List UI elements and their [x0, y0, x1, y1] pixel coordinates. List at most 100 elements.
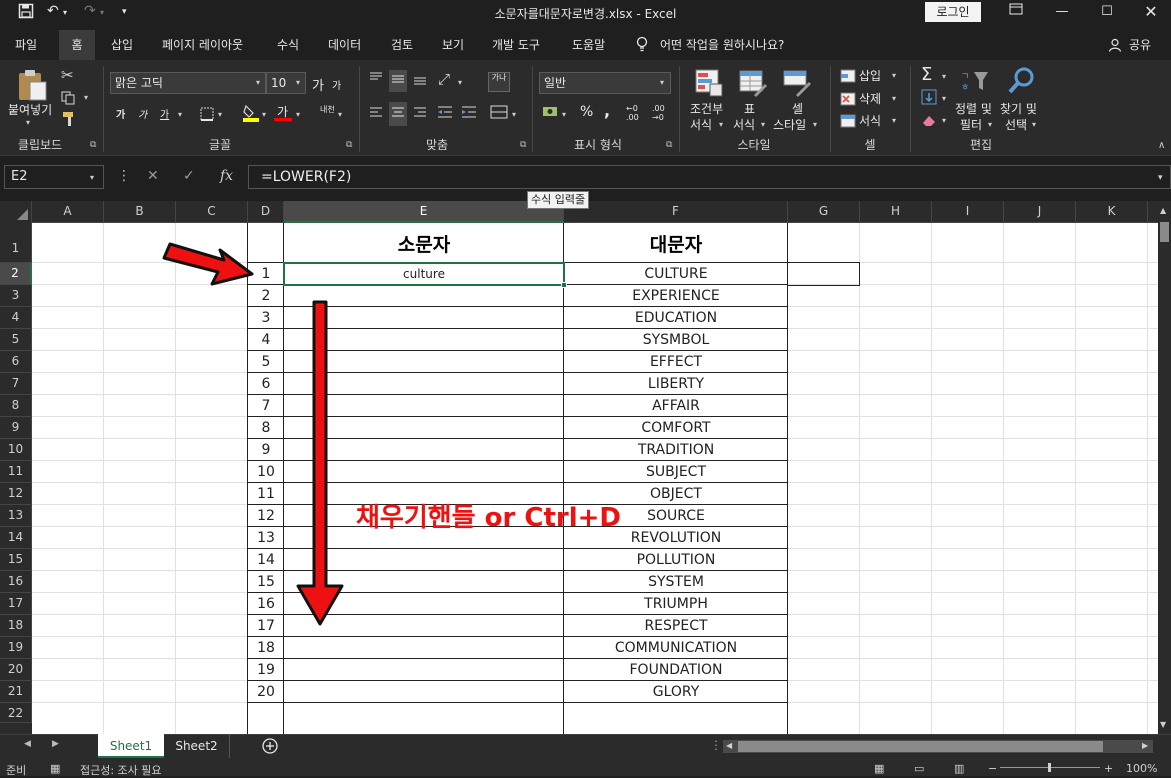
- find-select-icon[interactable]: [1006, 66, 1036, 100]
- uppercase-cell[interactable]: RESPECT: [564, 615, 788, 637]
- tab-page-layout[interactable]: 페이지 레이아웃: [160, 30, 245, 60]
- phonetic-button[interactable]: 내천: [320, 104, 335, 115]
- ribbon-display-icon[interactable]: [996, 0, 1036, 24]
- insert-cells-icon[interactable]: [840, 68, 856, 87]
- format-as-table-icon[interactable]: [738, 68, 768, 102]
- number-cell[interactable]: 18: [248, 637, 284, 659]
- fill-color-dropdown-icon[interactable]: ▾: [262, 110, 266, 119]
- percent-button[interactable]: %: [580, 104, 593, 120]
- align-top-icon[interactable]: [368, 70, 384, 90]
- close-button[interactable]: ✕: [1131, 0, 1171, 24]
- column-header-f[interactable]: F: [564, 201, 788, 223]
- accounting-dropdown-icon[interactable]: ▾: [562, 110, 566, 119]
- tell-me-input[interactable]: 어떤 작업을 원하시나요?: [658, 30, 786, 60]
- font-name-select[interactable]: 맑은 고딕: [110, 72, 266, 94]
- row-header-15[interactable]: 15: [0, 549, 32, 571]
- cell-styles-label2[interactable]: 스타일: [773, 116, 806, 133]
- increase-font-button[interactable]: 가: [312, 75, 324, 94]
- column-header-h[interactable]: H: [860, 201, 932, 223]
- align-center-icon[interactable]: [389, 102, 407, 126]
- tab-insert[interactable]: 삽입: [109, 30, 135, 60]
- header-uppercase[interactable]: 대문자: [564, 230, 788, 257]
- number-cell[interactable]: 16: [248, 593, 284, 615]
- uppercase-cell[interactable]: TRADITION: [564, 439, 788, 461]
- decrease-decimal-icon[interactable]: .00 →0: [652, 104, 665, 122]
- uppercase-cell[interactable]: SUBJECT: [564, 461, 788, 483]
- zoom-out-icon[interactable]: −: [988, 762, 997, 775]
- expand-formula-bar-icon[interactable]: ▾: [1158, 173, 1163, 183]
- tab-developer[interactable]: 개발 도구: [490, 30, 542, 60]
- fill-dropdown-icon[interactable]: ▾: [942, 94, 946, 103]
- normal-view-icon[interactable]: ▦: [874, 762, 884, 775]
- find-select-label2[interactable]: 선택: [1005, 116, 1027, 133]
- row-header-17[interactable]: 17: [0, 593, 32, 615]
- name-box[interactable]: E2: [4, 165, 104, 189]
- name-box-dropdown-icon[interactable]: ▾: [90, 173, 94, 182]
- row-header-2[interactable]: 2: [0, 263, 32, 285]
- row-header-18[interactable]: 18: [0, 615, 32, 637]
- row-header-7[interactable]: 7: [0, 373, 32, 395]
- delete-cells-dropdown-icon[interactable]: ▾: [892, 94, 896, 103]
- uppercase-cell[interactable]: EFFECT: [564, 351, 788, 373]
- tab-view[interactable]: 보기: [440, 30, 466, 60]
- format-as-table-label2[interactable]: 서식: [733, 116, 755, 133]
- font-color-dropdown-icon[interactable]: ▾: [296, 110, 300, 119]
- cell-styles-icon[interactable]: [782, 68, 812, 102]
- number-cell[interactable]: 15: [248, 571, 284, 593]
- scroll-down-icon[interactable]: ▼: [1160, 720, 1166, 729]
- row-header-6[interactable]: 6: [0, 351, 32, 373]
- number-cell[interactable]: 13: [248, 527, 284, 549]
- fill-color-icon[interactable]: [242, 103, 260, 127]
- number-format-dropdown-icon[interactable]: ▾: [660, 78, 664, 87]
- next-sheet-icon[interactable]: ▶: [52, 739, 59, 749]
- scroll-right-icon[interactable]: ▶: [1142, 741, 1148, 750]
- row-header-21[interactable]: 21: [0, 681, 32, 703]
- enter-icon[interactable]: ✓: [183, 168, 195, 184]
- number-cell[interactable]: 11: [248, 483, 284, 505]
- format-painter-icon[interactable]: [61, 110, 79, 132]
- number-launcher-icon[interactable]: ⧉: [666, 140, 672, 150]
- macro-record-icon[interactable]: ▦: [50, 762, 60, 775]
- cell-styles-dropdown-icon[interactable]: ▾: [813, 120, 817, 129]
- row-header-1[interactable]: 1: [0, 223, 32, 263]
- number-cell[interactable]: 8: [248, 417, 284, 439]
- row-header-13[interactable]: 13: [0, 505, 32, 527]
- vertical-scrollbar[interactable]: [1158, 201, 1171, 734]
- number-format-select[interactable]: 일반: [539, 72, 671, 94]
- collapse-ribbon-icon[interactable]: ∧: [1158, 140, 1165, 151]
- insert-cells-dropdown-icon[interactable]: ▾: [892, 71, 896, 80]
- row-header-5[interactable]: 5: [0, 329, 32, 351]
- add-sheet-icon[interactable]: [262, 738, 278, 758]
- row-header-4[interactable]: 4: [0, 307, 32, 329]
- align-middle-icon[interactable]: [389, 70, 407, 92]
- format-cells-icon[interactable]: [840, 113, 856, 132]
- align-bottom-icon[interactable]: [412, 70, 428, 90]
- uppercase-cell[interactable]: LIBERTY: [564, 373, 788, 395]
- orientation-icon[interactable]: ⤢: [438, 70, 450, 88]
- row-header-22[interactable]: 22: [0, 703, 32, 723]
- decrease-indent-icon[interactable]: [436, 104, 454, 124]
- tab-splitter[interactable]: ⋮: [710, 738, 722, 752]
- number-cell[interactable]: 7: [248, 395, 284, 417]
- row-header-19[interactable]: 19: [0, 637, 32, 659]
- row-header-3[interactable]: 3: [0, 285, 32, 307]
- merge-center-icon[interactable]: [490, 104, 508, 124]
- uppercase-cell[interactable]: COMMUNICATION: [564, 637, 788, 659]
- scroll-up-icon[interactable]: ▲: [1160, 206, 1166, 215]
- uppercase-cell[interactable]: EDUCATION: [564, 307, 788, 329]
- border-dropdown-icon[interactable]: ▾: [218, 110, 222, 119]
- row-header-12[interactable]: 12: [0, 483, 32, 505]
- align-right-icon[interactable]: [412, 104, 428, 124]
- select-all-corner[interactable]: [0, 201, 32, 223]
- accounting-format-icon[interactable]: [542, 104, 560, 124]
- cell-styles-label1[interactable]: 셀: [792, 100, 803, 117]
- zoom-level[interactable]: 100%: [1126, 762, 1157, 775]
- format-cells-dropdown-icon[interactable]: ▾: [892, 116, 896, 125]
- number-cell[interactable]: 19: [248, 659, 284, 681]
- sort-filter-label2[interactable]: 필터: [960, 116, 982, 133]
- uppercase-cell[interactable]: SYSTEM: [564, 571, 788, 593]
- maximize-button[interactable]: ☐: [1087, 0, 1127, 24]
- delete-cells-icon[interactable]: [840, 91, 856, 110]
- column-header-d[interactable]: D: [248, 201, 284, 223]
- number-cell[interactable]: 9: [248, 439, 284, 461]
